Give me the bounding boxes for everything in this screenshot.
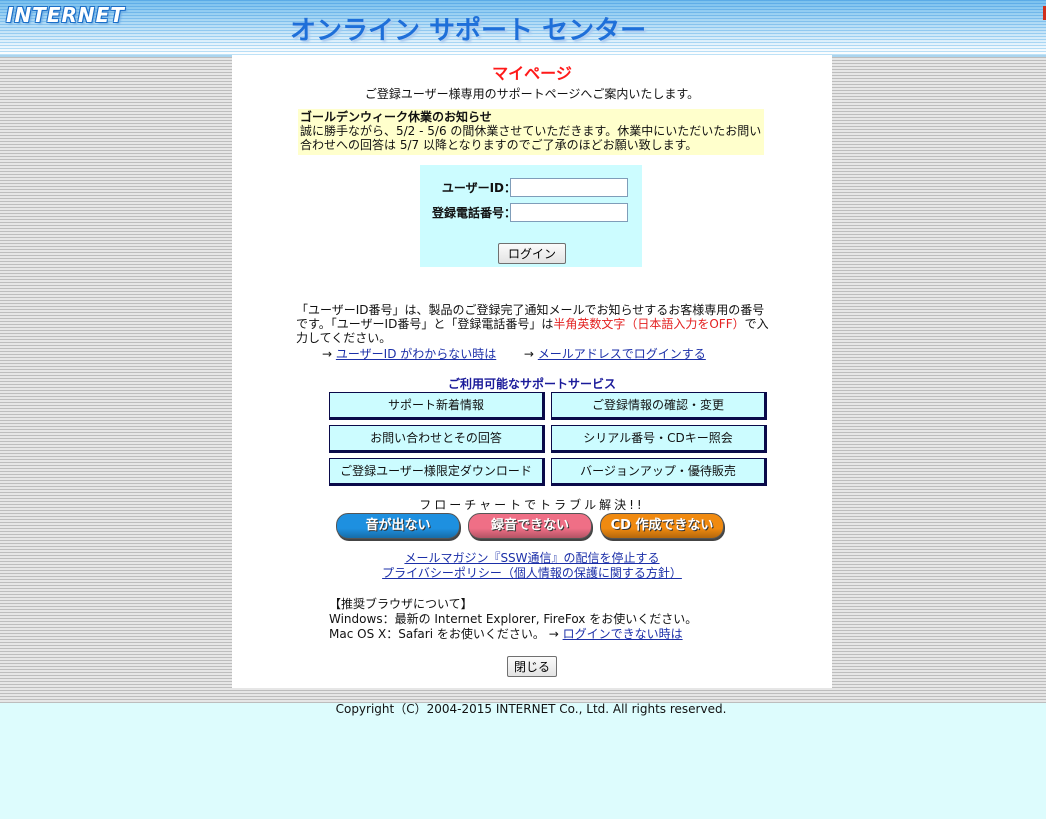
- help-links: → ユーザーID がわからない時は → メールアドレスでログインする: [322, 345, 782, 362]
- service-inquiry-button[interactable]: お問い合わせとその回答: [329, 425, 545, 453]
- user-id-input[interactable]: [510, 178, 628, 197]
- intro-text: ご登録ユーザー様専用のサポートページへご案内いたします。: [364, 87, 700, 101]
- login-trouble-link[interactable]: ログインできない時は: [563, 627, 683, 641]
- browser-mac: Mac OS X：Safari をお使いください。: [329, 627, 545, 641]
- flowchart-title: フローチャートでトラブル解決!!: [419, 498, 645, 512]
- services-title: ご利用可能なサポートサービス: [447, 377, 616, 391]
- user-id-label: ユーザーID：: [441, 181, 516, 195]
- id-info-text: 「ユーザーID番号」は、製品のご登録完了通知メールでお知らせするお客様専用の番号…: [296, 303, 772, 345]
- service-serial-button[interactable]: シリアル番号・CDキー照会: [551, 425, 767, 453]
- main-content: マイページ ご登録ユーザー様専用のサポートページへご案内いたします。 ゴールデン…: [232, 55, 832, 688]
- copyright: Copyright（C）2004-2015 INTERNET Co., Ltd.…: [335, 702, 727, 716]
- privacy-policy-link[interactable]: プライバシーポリシー（個人情報の保護に関する方針）: [382, 566, 682, 580]
- service-news-button[interactable]: サポート新着情報: [329, 392, 545, 420]
- browser-windows: Windows：最新の Internet Explorer, FireFox を…: [329, 612, 698, 626]
- arrow-icon: →: [548, 627, 559, 641]
- newsletter-unsubscribe-link[interactable]: メールマガジン『SSW通信』の配信を停止する: [404, 551, 659, 565]
- phone-label: 登録電話番号：: [431, 206, 516, 220]
- service-upgrade-button[interactable]: バージョンアップ・優待販売: [551, 458, 767, 486]
- no-sound-button[interactable]: 音が出ない: [336, 513, 460, 539]
- cannot-burn-cd-button[interactable]: CD 作成できない: [600, 513, 724, 539]
- login-button[interactable]: ログイン: [498, 243, 566, 264]
- holiday-notice: ゴールデンウィーク休業のお知らせ 誠に勝手ながら、5/2 - 5/6 の間休業さ…: [298, 109, 764, 155]
- login-form: ユーザーID： 登録電話番号： ログイン: [420, 165, 642, 267]
- notice-title: ゴールデンウィーク休業のお知らせ: [300, 110, 492, 124]
- cannot-record-button[interactable]: 録音できない: [468, 513, 592, 539]
- browser-recommendation: 【推奨ブラウザについて】 Windows：最新の Internet Explor…: [329, 597, 769, 642]
- site-title: オンライン サポート センター: [290, 16, 647, 46]
- forgot-user-id-link[interactable]: ユーザーID がわからない時は: [336, 347, 496, 361]
- page-header: INTERNET オンライン サポート センター: [0, 0, 1046, 57]
- bottom-links: メールマガジン『SSW通信』の配信を停止する プライバシーポリシー（個人情報の保…: [232, 551, 832, 581]
- internet-logo[interactable]: INTERNET: [6, 3, 125, 27]
- page-title: マイページ: [492, 64, 572, 83]
- info-text-warning: 半角英数文字（日本語入力をOFF）: [553, 317, 745, 331]
- arrow-icon: →: [523, 347, 534, 361]
- close-button[interactable]: 閉じる: [507, 656, 557, 677]
- browser-heading: 【推奨ブラウザについて】: [329, 597, 473, 611]
- arrow-icon: →: [322, 347, 333, 361]
- phone-input[interactable]: [510, 203, 628, 222]
- notice-body: 誠に勝手ながら、5/2 - 5/6 の間休業させていただきます。休業中にいただい…: [300, 124, 762, 152]
- email-login-link[interactable]: メールアドレスでログインする: [538, 347, 706, 361]
- service-registration-button[interactable]: ご登録情報の確認・変更: [551, 392, 767, 420]
- service-download-button[interactable]: ご登録ユーザー様限定ダウンロード: [329, 458, 545, 486]
